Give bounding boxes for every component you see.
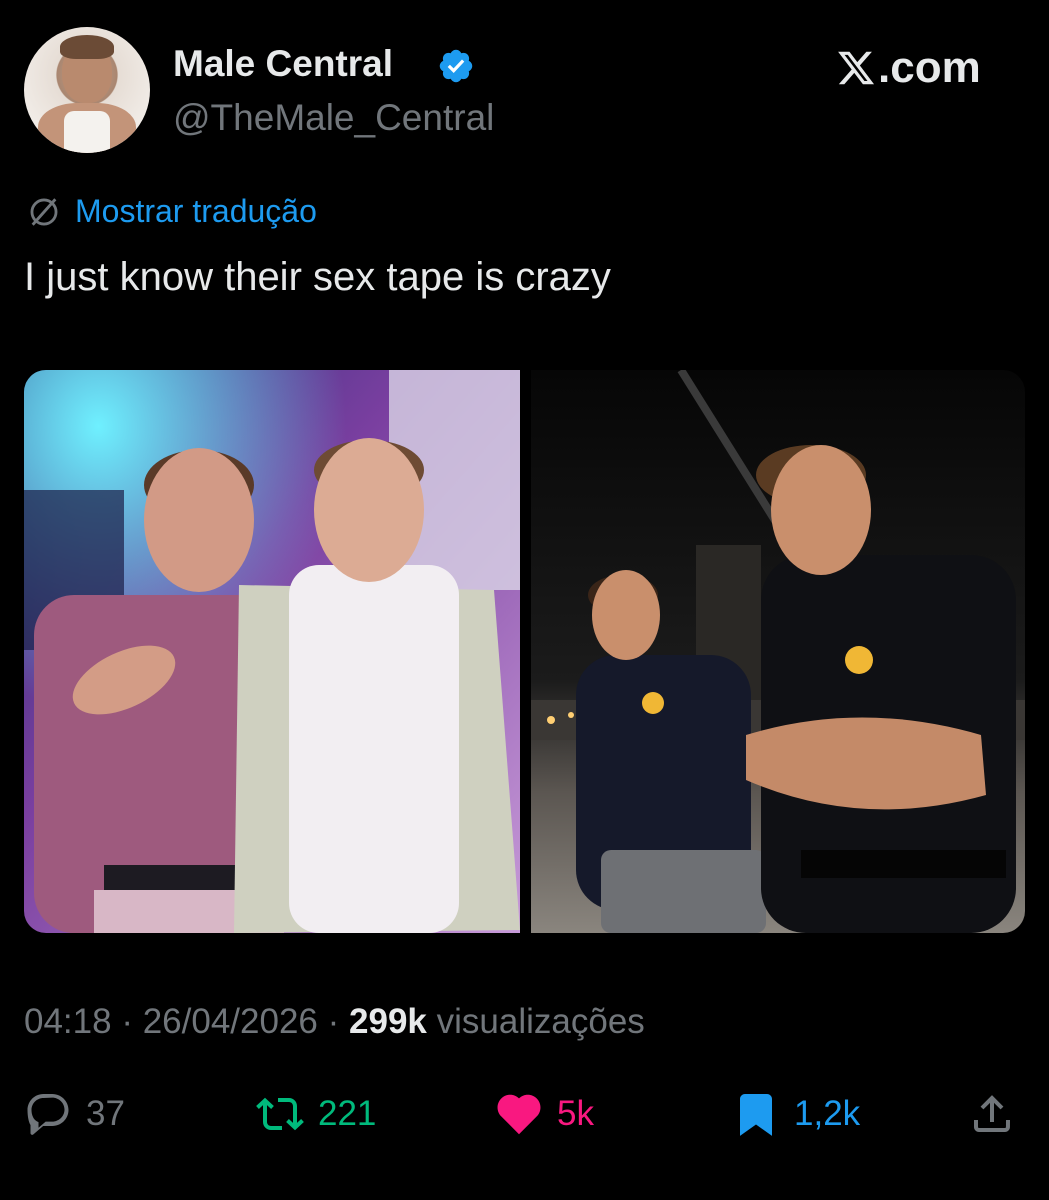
views-count: 299k (349, 1002, 427, 1041)
media-photo-party[interactable] (24, 370, 520, 933)
translate-link[interactable]: Mostrar tradução (27, 193, 317, 230)
tweet-text: I just know their sex tape is crazy (24, 255, 611, 299)
reply-icon (27, 1094, 69, 1135)
share-icon (974, 1095, 1010, 1132)
meta-separator: · (327, 1002, 340, 1041)
reply-count: 37 (86, 1094, 125, 1133)
media-photo-firefighters[interactable] (531, 370, 1025, 933)
views-label: visualizações (436, 1002, 645, 1041)
tweet-date[interactable]: 26/04/2026 (143, 1002, 318, 1041)
heart-icon (497, 1094, 541, 1135)
author-handle[interactable]: @TheMale_Central (173, 97, 494, 139)
tweet-meta: 04:18 · 26/04/2026 · 299k visualizações (24, 1002, 645, 1042)
verified-badge-icon (439, 49, 473, 83)
repost-icon (256, 1097, 304, 1131)
repost-button[interactable]: 221 (256, 1090, 376, 1138)
bookmark-icon (740, 1094, 772, 1136)
tweet-time[interactable]: 04:18 (24, 1002, 112, 1041)
avatar-tank-top (64, 111, 110, 153)
brand-label: .com (878, 43, 981, 92)
meta-separator: · (121, 1002, 133, 1041)
like-count: 5k (557, 1094, 594, 1133)
bookmark-count: 1,2k (794, 1094, 861, 1133)
xcom-brand: .com (836, 43, 981, 93)
translate-globe-icon (30, 197, 58, 226)
author-avatar[interactable] (24, 27, 150, 153)
tweet-media[interactable] (24, 370, 1025, 933)
bookmark-button[interactable]: 1,2k (732, 1090, 860, 1138)
repost-count: 221 (318, 1094, 377, 1133)
translate-label: Mostrar tradução (75, 193, 317, 229)
avatar-hair (60, 35, 114, 59)
share-button[interactable] (968, 1090, 1016, 1138)
author-display-name[interactable]: Male Central (173, 43, 393, 85)
x-logo-icon (838, 51, 875, 85)
reply-button[interactable]: 37 (24, 1090, 125, 1138)
like-button[interactable]: 5k (495, 1090, 594, 1138)
